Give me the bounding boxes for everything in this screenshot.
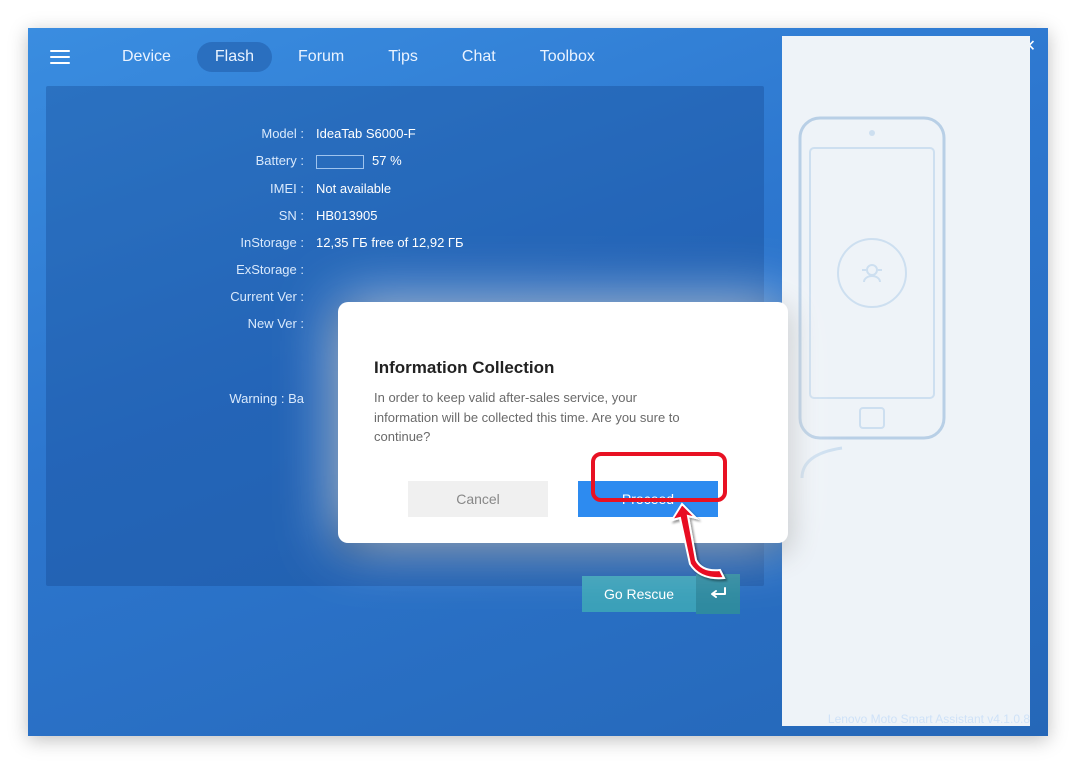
dialog-title: Information Collection xyxy=(374,358,752,378)
nav-toolbox[interactable]: Toolbox xyxy=(522,42,613,72)
menu-icon[interactable] xyxy=(50,50,70,64)
cancel-button[interactable]: Cancel xyxy=(408,481,548,517)
nav-forum[interactable]: Forum xyxy=(280,42,362,72)
dialog-body: In order to keep valid after-sales servi… xyxy=(374,388,684,447)
label-exstorage: ExStorage : xyxy=(76,262,316,277)
nav-chat[interactable]: Chat xyxy=(444,42,514,72)
app-window: — ✕ Device Flash Forum Tips Chat Toolbox… xyxy=(28,28,1048,736)
label-instorage: InStorage : xyxy=(76,235,316,250)
label-newver: New Ver : xyxy=(76,316,316,331)
footer-version: Lenovo Moto Smart Assistant v4.1.0.8 xyxy=(828,712,1030,726)
value-imei: Not available xyxy=(316,181,391,196)
info-collection-dialog: Information Collection In order to keep … xyxy=(338,302,788,543)
rescue-arrow-button[interactable] xyxy=(696,574,740,614)
nav-device[interactable]: Device xyxy=(104,42,189,72)
proceed-button[interactable]: Proceed xyxy=(578,481,718,517)
label-warning: Warning : Ba xyxy=(76,391,316,406)
nav-tabs: Device Flash Forum Tips Chat Toolbox xyxy=(104,42,613,72)
value-instorage: 12,35 ГБ free of 12,92 ГБ xyxy=(316,235,464,250)
enter-arrow-icon xyxy=(707,586,729,602)
label-currentver: Current Ver : xyxy=(76,289,316,304)
side-panel xyxy=(782,36,1030,726)
value-model: IdeaTab S6000-F xyxy=(316,126,416,141)
label-battery: Battery : xyxy=(76,153,316,168)
value-battery: 57 % xyxy=(316,153,402,169)
label-imei: IMEI : xyxy=(76,181,316,196)
label-sn: SN : xyxy=(76,208,316,223)
value-sn: HB013905 xyxy=(316,208,377,223)
nav-flash[interactable]: Flash xyxy=(197,42,272,72)
label-model: Model : xyxy=(76,126,316,141)
nav-tips[interactable]: Tips xyxy=(370,42,436,72)
phone-outline-icon xyxy=(782,108,962,488)
go-rescue-button[interactable]: Go Rescue xyxy=(582,576,696,612)
